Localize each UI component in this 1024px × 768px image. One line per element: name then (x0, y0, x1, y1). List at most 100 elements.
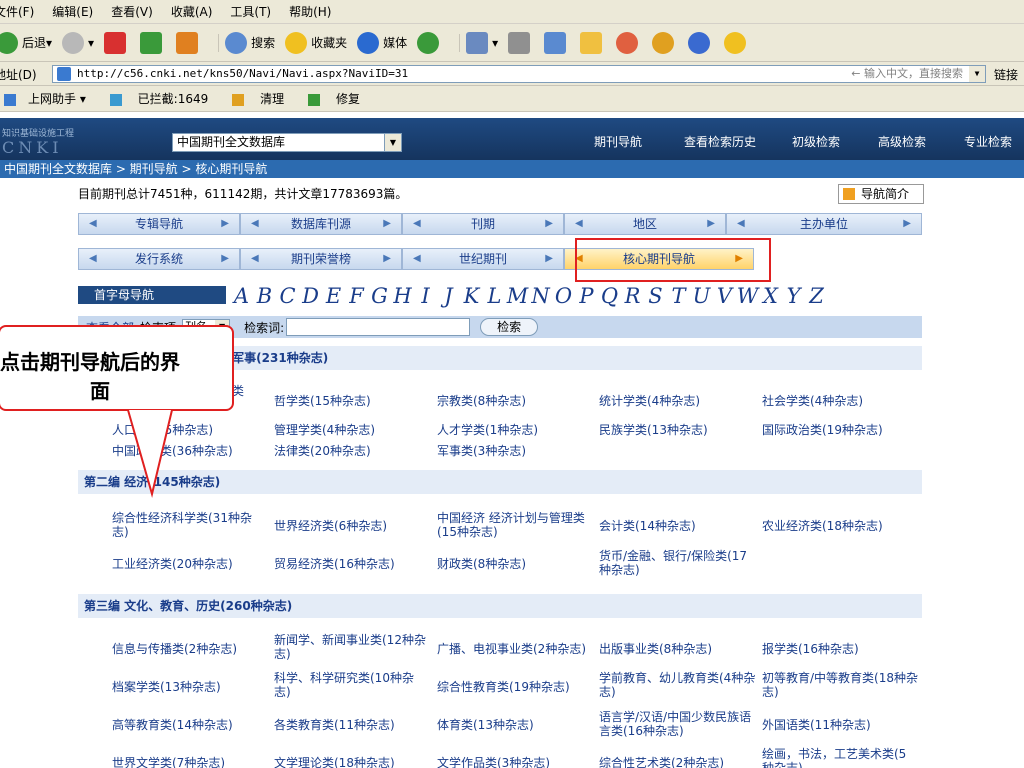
letter-link[interactable]: J (437, 284, 460, 308)
tab-honor[interactable]: ◀ 期刊荣誉榜 ▶ (240, 248, 402, 270)
category-link[interactable]: 世界经济类(6种杂志) (274, 519, 387, 533)
category-link[interactable]: 语言学/汉语/中国少数民族语言类(16种杂志) (599, 710, 759, 738)
nav-history[interactable]: 查看检索历史 (684, 133, 756, 150)
forward-button[interactable]: ▾ (62, 31, 94, 54)
database-select[interactable]: 中国期刊全文数据库 ▼ (172, 133, 402, 152)
letter-link[interactable]: L (483, 284, 506, 308)
letter-link[interactable]: Q (598, 284, 621, 308)
letter-link[interactable]: S (644, 284, 667, 308)
letter-link[interactable]: T (667, 284, 690, 308)
section-header[interactable]: 第二编 经济(145种杂志) (78, 470, 922, 494)
letter-link[interactable]: V (713, 284, 736, 308)
category-link[interactable]: 统计学类(4种杂志) (599, 394, 700, 408)
menu-tools[interactable]: 工具(T) (230, 3, 271, 20)
letter-link[interactable]: D (299, 284, 322, 308)
letter-link[interactable]: O (552, 284, 575, 308)
letter-link[interactable]: P (575, 284, 598, 308)
letter-link[interactable]: M (506, 284, 529, 308)
menu-view[interactable]: 查看(V) (111, 3, 153, 20)
letter-link[interactable]: K (460, 284, 483, 308)
letter-link[interactable]: B (253, 284, 276, 308)
letter-link[interactable]: R (621, 284, 644, 308)
category-link[interactable]: 宗教类(8种杂志) (437, 394, 526, 408)
category-link[interactable]: 农业经济类(18种杂志) (762, 519, 883, 533)
media-button[interactable]: 媒体 (357, 31, 407, 54)
home-button[interactable] (176, 31, 202, 54)
section-header[interactable]: 第三编 文化、教育、历史(260种杂志) (78, 594, 922, 618)
category-link[interactable]: 综合性经济科学类(31种杂志) (112, 511, 262, 539)
letter-link[interactable]: C (276, 284, 299, 308)
category-link[interactable]: 外国语类(11种杂志) (762, 718, 871, 732)
tab-region[interactable]: ◀ 地区 ▶ (564, 213, 726, 235)
category-link[interactable]: 哲学类(15种杂志) (274, 394, 371, 408)
menu-favorites[interactable]: 收藏(A) (171, 3, 213, 20)
category-link[interactable]: 广播、电视事业类(2种杂志) (437, 642, 586, 656)
address-dropdown-icon[interactable]: ▼ (969, 66, 985, 82)
category-link[interactable]: 综合性艺术类(2种杂志) (599, 756, 724, 768)
messenger-button[interactable] (616, 31, 642, 54)
search-submit-button[interactable]: 检索 (480, 318, 539, 336)
category-link[interactable]: 学前教育、幼儿教育类(4种杂志) (599, 671, 759, 699)
repair-link[interactable]: 修复 (308, 90, 372, 107)
category-link[interactable]: 科学、科学研究类(10种杂志) (274, 671, 430, 699)
category-link[interactable]: 世界文学类(7种杂志) (112, 756, 225, 768)
category-link[interactable]: 体育类(13种杂志) (437, 718, 534, 732)
letter-link[interactable]: A (230, 284, 253, 308)
edit-button[interactable] (544, 31, 570, 54)
favorites-button[interactable]: 收藏夹 (285, 31, 347, 54)
letter-link[interactable]: F (345, 284, 368, 308)
category-link[interactable]: 新闻学、新闻事业类(12种杂志) (274, 633, 430, 661)
category-link[interactable]: 财政类(8种杂志) (437, 557, 526, 571)
smiley-button[interactable] (724, 31, 750, 54)
category-link[interactable]: 国际政治类(19种杂志) (762, 423, 883, 437)
category-link[interactable]: 民族学类(13种杂志) (599, 423, 708, 437)
tab-db-source[interactable]: ◀ 数据库刊源 ▶ (240, 213, 402, 235)
category-link[interactable]: 高等教育类(14种杂志) (112, 718, 233, 732)
category-link[interactable]: 绘画，书法，工艺美术类(5种杂志) (762, 747, 918, 768)
mail-button[interactable]: ▾ (466, 31, 498, 54)
stop-button[interactable] (104, 31, 130, 54)
folder-button[interactable] (580, 31, 606, 54)
history-button[interactable] (417, 31, 443, 54)
refresh-button[interactable] (140, 31, 166, 54)
category-link[interactable]: 文学作品类(3种杂志) (437, 756, 550, 768)
category-link[interactable]: 社会学类(4种杂志) (762, 394, 863, 408)
nav-expert-search[interactable]: 专业检索 (964, 133, 1012, 150)
menu-file[interactable]: 文件(F) (0, 3, 34, 20)
nav-advanced-search[interactable]: 高级检索 (878, 133, 926, 150)
category-link[interactable]: 军事类(3种杂志) (437, 444, 526, 458)
letter-link[interactable]: H (391, 284, 414, 308)
tool-button[interactable] (652, 31, 678, 54)
tab-distribution[interactable]: ◀ 发行系统 ▶ (78, 248, 240, 270)
nav-intro-button[interactable]: 导航简介 (838, 184, 924, 204)
category-link[interactable]: 人才学类(1种杂志) (437, 423, 538, 437)
letter-link[interactable]: I (414, 284, 437, 308)
category-link[interactable]: 文学理论类(18种杂志) (274, 756, 395, 768)
letter-link[interactable]: E (322, 284, 345, 308)
category-link[interactable]: 初等教育/中等教育类(18种杂志) (762, 671, 918, 699)
menu-help[interactable]: 帮助(H) (289, 3, 331, 20)
tab-sponsor[interactable]: ◀ 主办单位 ▶ (726, 213, 922, 235)
menu-edit[interactable]: 编辑(E) (52, 3, 93, 20)
category-link[interactable]: 综合性教育类(19种杂志) (437, 680, 570, 694)
nav-basic-search[interactable]: 初级检索 (792, 133, 840, 150)
tab-album[interactable]: ◀ 专辑导航 ▶ (78, 213, 240, 235)
category-link[interactable]: 贸易经济类(16种杂志) (274, 557, 395, 571)
letter-link[interactable]: X (759, 284, 782, 308)
category-link[interactable]: 管理学类(4种杂志) (274, 423, 375, 437)
category-link[interactable]: 出版事业类(8种杂志) (599, 642, 712, 656)
category-link[interactable]: 报学类(16种杂志) (762, 642, 859, 656)
letter-link[interactable]: G (368, 284, 391, 308)
back-button[interactable]: 后退 ▾ (0, 31, 52, 54)
letter-link[interactable]: W (736, 284, 759, 308)
category-link[interactable]: 档案学类(13种杂志) (112, 680, 221, 694)
category-link[interactable]: 法律类(20种杂志) (274, 444, 371, 458)
search-button[interactable]: 搜索 (225, 31, 275, 54)
tab-period[interactable]: ◀ 刊期 ▶ (402, 213, 564, 235)
category-link[interactable]: 中国经济 经济计划与管理类(15种杂志) (437, 511, 597, 539)
category-link[interactable]: 信息与传播类(2种杂志) (112, 642, 237, 656)
letter-link[interactable]: Y (782, 284, 805, 308)
blocked-link[interactable]: 已拦截:1649 (109, 90, 220, 107)
address-input[interactable]: http://c56.cnki.net/kns50/Navi/Navi.aspx… (52, 65, 986, 83)
helper-link[interactable]: 上网助手 ▾ (4, 90, 98, 107)
